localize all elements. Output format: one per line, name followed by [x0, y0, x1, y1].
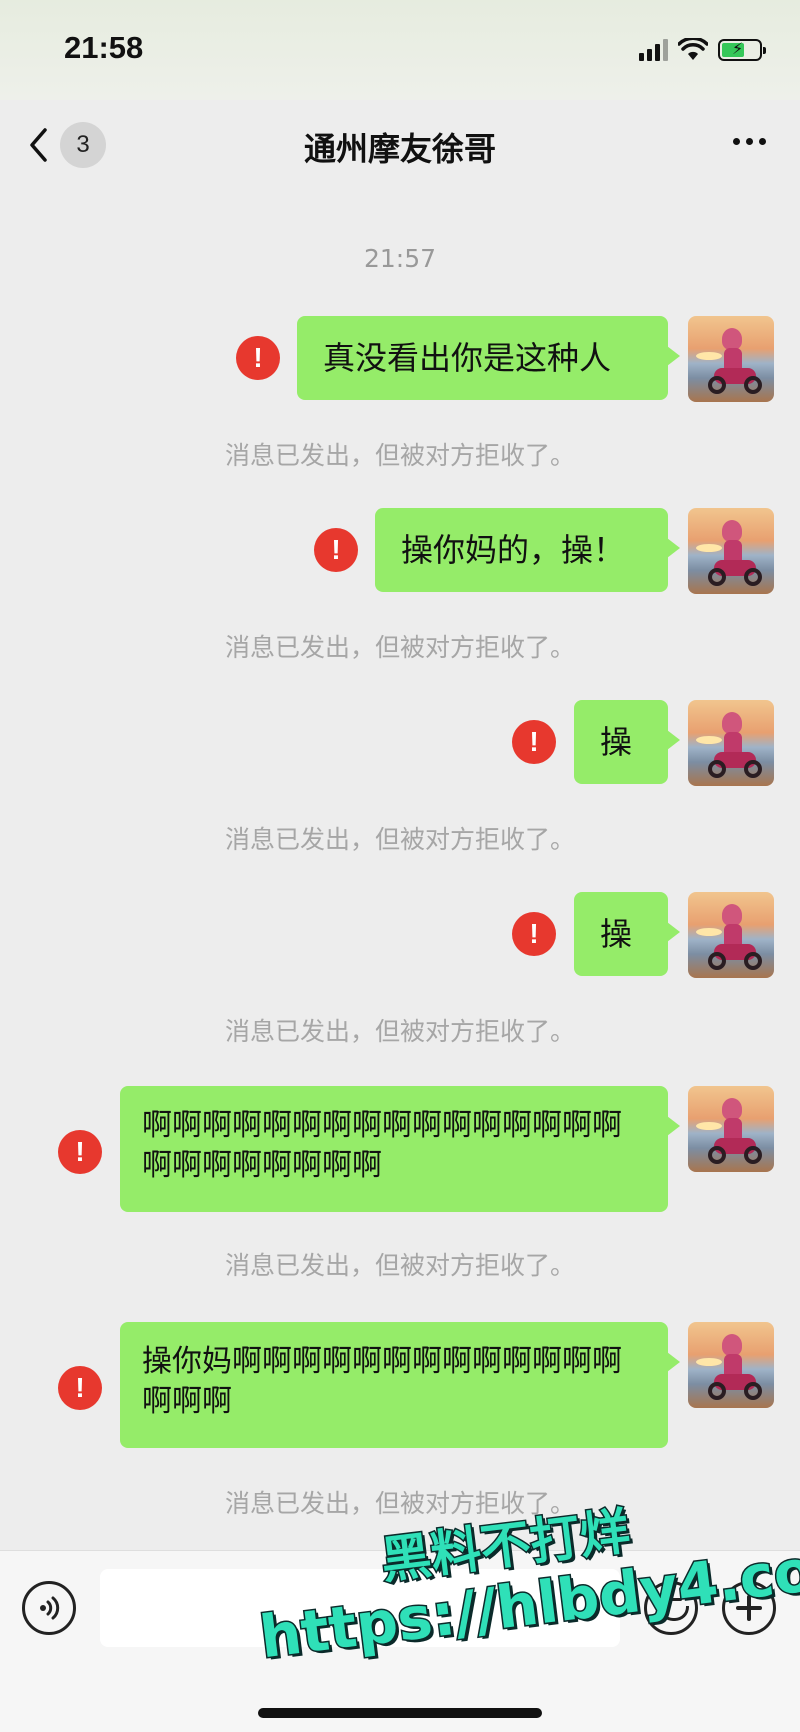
message-bubble[interactable]: 啊啊啊啊啊啊啊啊啊啊啊啊啊啊啊啊啊啊啊啊啊啊啊啊: [120, 1086, 680, 1212]
status-time: 21:58: [64, 30, 144, 65]
chat-area[interactable]: 21:57 ! 真没看出你是这种人 消息已发出，但被对方拒收了。 ! 操你妈的，…: [0, 188, 800, 1550]
message-bubble[interactable]: 操: [574, 892, 680, 976]
avatar[interactable]: [688, 316, 774, 402]
rejected-notice: 消息已发出，但被对方拒收了。: [224, 1017, 575, 1046]
rejected-notice: 消息已发出，但被对方拒收了。: [224, 633, 575, 662]
battery-icon: ⚡: [718, 39, 766, 61]
more-options-button[interactable]: [733, 138, 766, 145]
exclamation-circle-icon[interactable]: !: [58, 1130, 102, 1174]
status-icons: ⚡: [639, 36, 766, 64]
rejected-notice: 消息已发出，但被对方拒收了。: [224, 1251, 575, 1280]
timestamp: 21:57: [363, 244, 437, 273]
home-indicator: [258, 1708, 542, 1718]
voice-button[interactable]: [22, 1581, 76, 1635]
nav-bar: 3 通州摩友徐哥: [0, 100, 800, 188]
wifi-icon: [678, 38, 708, 60]
avatar[interactable]: [688, 700, 774, 786]
signal-icon: [639, 39, 668, 61]
message-bubble[interactable]: 操你妈啊啊啊啊啊啊啊啊啊啊啊啊啊啊啊啊: [120, 1322, 680, 1448]
avatar[interactable]: [688, 1086, 774, 1172]
exclamation-circle-icon[interactable]: !: [58, 1366, 102, 1410]
exclamation-circle-icon[interactable]: !: [236, 336, 280, 380]
input-bar: [0, 1550, 800, 1732]
avatar[interactable]: [688, 892, 774, 978]
exclamation-circle-icon[interactable]: !: [512, 720, 556, 764]
emoji-button[interactable]: [644, 1581, 698, 1635]
message-input[interactable]: [100, 1569, 620, 1647]
avatar[interactable]: [688, 508, 774, 594]
voice-icon: [40, 1596, 60, 1620]
message-bubble[interactable]: 操你妈的，操！: [375, 508, 680, 592]
exclamation-circle-icon[interactable]: !: [314, 528, 358, 572]
rejected-notice: 消息已发出，但被对方拒收了。: [224, 825, 575, 854]
message-bubble[interactable]: 操: [574, 700, 680, 784]
message-bubble[interactable]: 真没看出你是这种人: [297, 316, 680, 400]
exclamation-circle-icon[interactable]: !: [512, 912, 556, 956]
rejected-notice: 消息已发出，但被对方拒收了。: [224, 1489, 575, 1518]
rejected-notice: 消息已发出，但被对方拒收了。: [224, 441, 575, 470]
status-bar: 21:58 ⚡: [0, 0, 800, 100]
chat-title: 通州摩友徐哥: [303, 130, 496, 168]
more-dots-icon: [733, 138, 740, 145]
plus-button[interactable]: [722, 1581, 776, 1635]
avatar[interactable]: [688, 1322, 774, 1408]
